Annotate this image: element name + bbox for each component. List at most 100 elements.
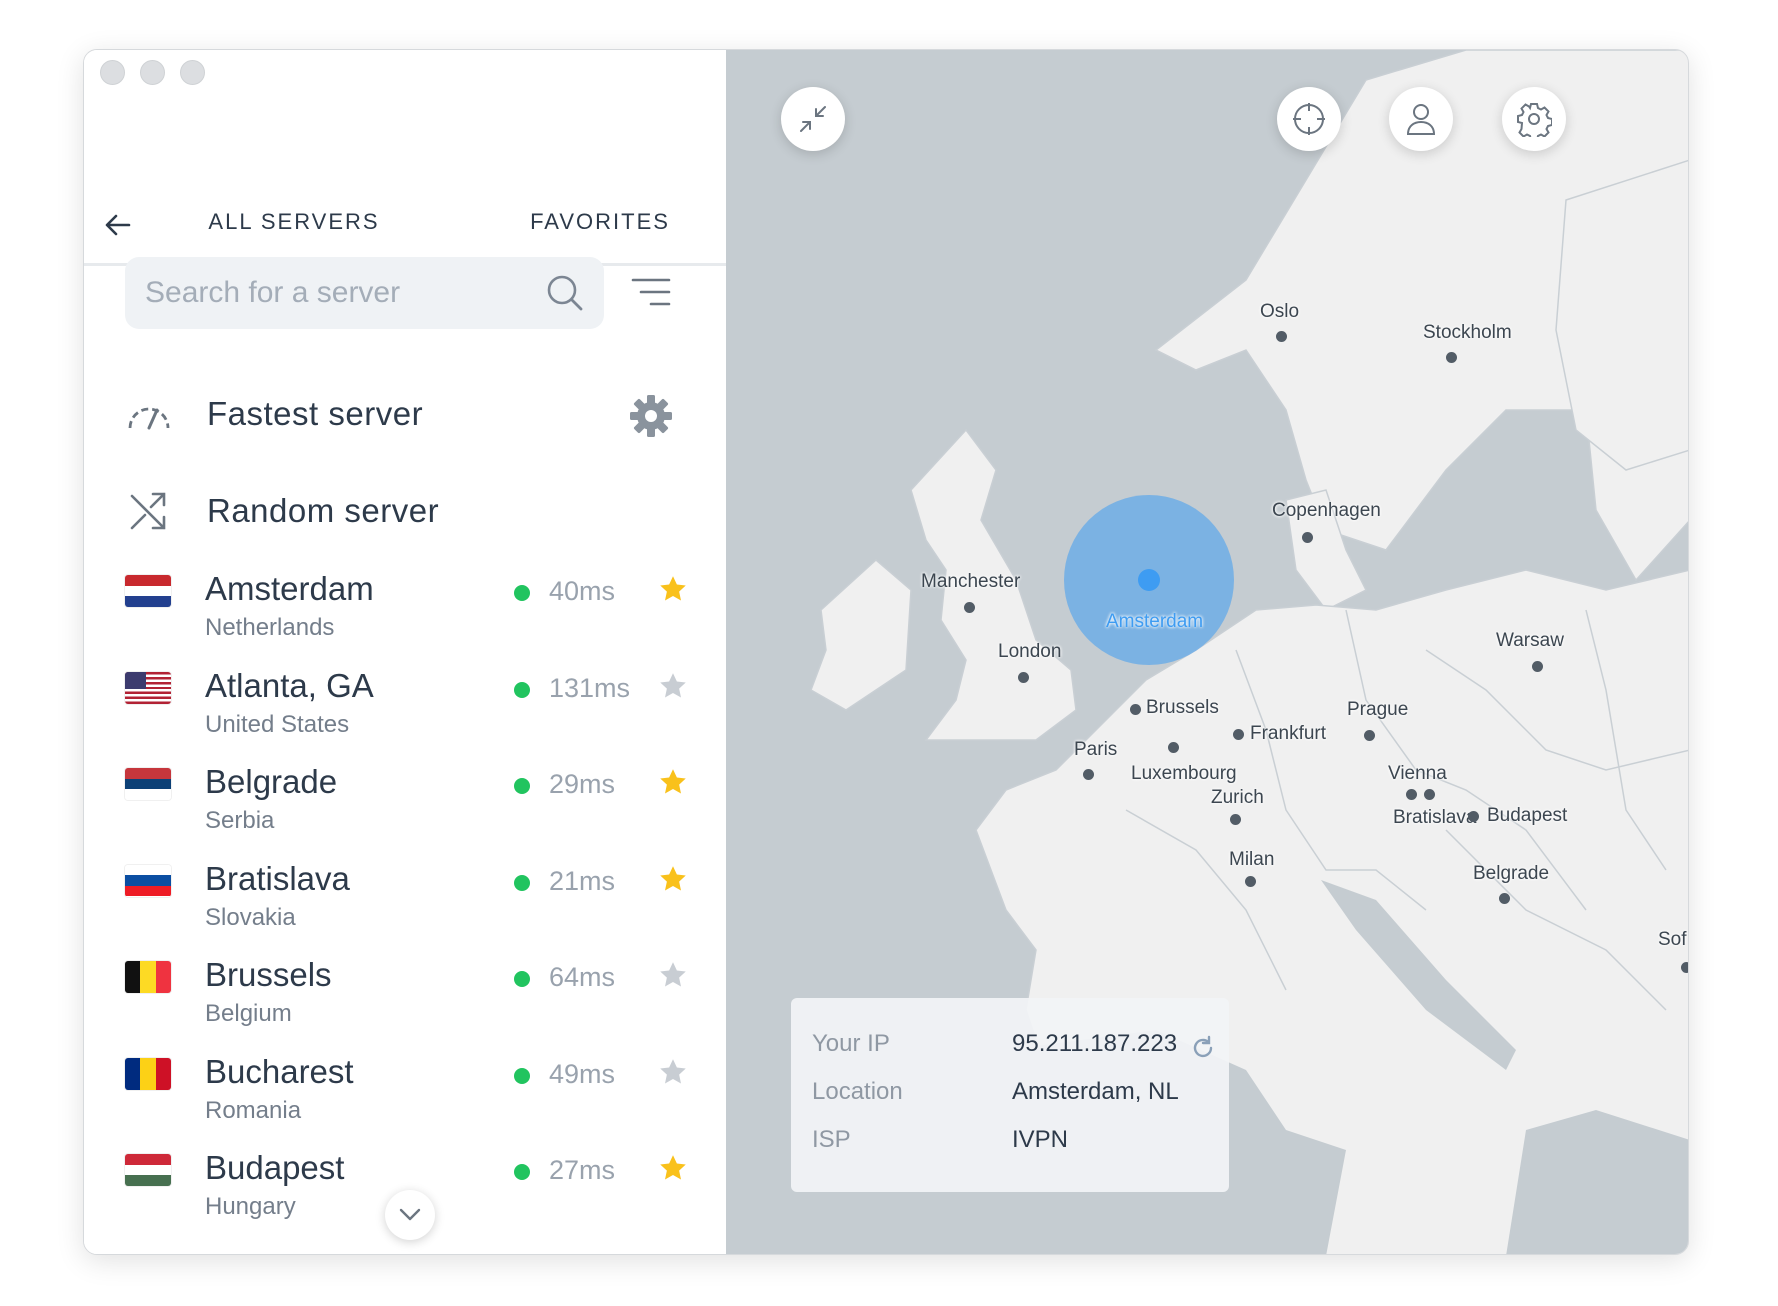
city-label-milan: Milan — [1229, 849, 1275, 870]
scroll-down-button[interactable] — [385, 1190, 435, 1240]
server-city: Belgrade — [205, 763, 338, 800]
city-label-zurich: Zurich — [1211, 787, 1264, 808]
refresh-icon[interactable] — [1190, 1035, 1216, 1061]
tab-all-servers[interactable]: ALL SERVERS — [141, 135, 447, 266]
favorite-star-icon[interactable] — [658, 960, 688, 990]
collapse-arrows-icon — [800, 106, 826, 132]
server-row[interactable]: Atlanta, GA United States 131ms — [84, 661, 726, 758]
online-status-dot — [514, 874, 530, 891]
city-dot-oslo — [1276, 331, 1287, 342]
arrow-left-icon — [105, 214, 131, 236]
window-controls — [100, 60, 205, 85]
crosshair-icon — [1293, 103, 1325, 135]
center-location-button[interactable] — [1277, 87, 1341, 151]
server-country: Romania — [205, 1096, 302, 1124]
compact-view-button[interactable] — [781, 87, 845, 151]
favorite-star-icon[interactable] — [658, 1153, 688, 1183]
random-server-label: Random server — [207, 492, 440, 529]
server-row[interactable]: Bratislava Slovakia 21ms — [84, 854, 726, 951]
location-label: Location — [812, 1078, 903, 1105]
city-dot-luxembourg — [1168, 742, 1179, 753]
settings-button[interactable] — [1502, 87, 1566, 151]
city-label-stockholm: Stockholm — [1423, 322, 1512, 343]
online-status-dot — [514, 971, 530, 987]
filter-icon[interactable] — [630, 272, 672, 312]
city-label-copenhagen: Copenhagen — [1272, 500, 1381, 521]
minimize-window-button[interactable] — [140, 60, 165, 85]
server-country: Netherlands — [205, 614, 335, 641]
flag-rs-icon — [125, 768, 171, 800]
random-server-row[interactable]: Random server — [125, 487, 685, 535]
fastest-server-label: Fastest server — [207, 395, 424, 432]
online-status-dot — [514, 681, 530, 698]
city-dot-belgrade — [1499, 893, 1510, 904]
online-status-dot — [514, 585, 530, 601]
city-dot-sofia — [1681, 962, 1688, 973]
online-status-dot — [514, 778, 530, 794]
server-ping: 64ms — [549, 962, 616, 992]
city-dot-frankfurt — [1233, 729, 1244, 740]
server-city: Atlanta, GA — [205, 666, 374, 704]
city-dot-copenhagen — [1302, 532, 1313, 543]
account-button[interactable] — [1389, 87, 1453, 151]
server-ping: 27ms — [549, 1155, 616, 1185]
favorite-star-icon[interactable] — [658, 767, 688, 797]
server-country: Slovakia — [205, 903, 296, 931]
location-value: Amsterdam, NL — [1012, 1078, 1179, 1105]
favorite-star-icon[interactable] — [658, 1057, 688, 1087]
favorite-star-icon[interactable] — [658, 671, 688, 701]
tab-favorites[interactable]: FAVORITES — [447, 135, 726, 266]
flag-hu-icon — [125, 1154, 171, 1186]
city-label-bratislava: Bratislava — [1393, 807, 1477, 828]
server-ping: 40ms — [549, 576, 616, 606]
city-dot-budapest — [1468, 811, 1479, 822]
map-view[interactable]: Oslo Stockholm Copenhagen Manchester Lon… — [726, 50, 1688, 1254]
city-dot-london — [1018, 672, 1029, 683]
flag-sk-icon — [125, 864, 171, 897]
server-country: Belgium — [205, 1000, 292, 1027]
tabs-bar: ALL SERVERS FAVORITES — [84, 135, 726, 266]
fastest-server-row[interactable]: Fastest server — [125, 390, 685, 438]
server-row[interactable]: Bucharest Romania 49ms — [84, 1047, 726, 1144]
server-city: Bucharest — [205, 1052, 354, 1090]
city-label-warsaw: Warsaw — [1496, 630, 1564, 651]
server-row[interactable]: Belgrade Serbia 29ms — [84, 757, 726, 854]
fastest-server-settings-gear-icon[interactable] — [627, 392, 675, 440]
server-ping: 131ms — [549, 672, 631, 703]
server-country: Hungary — [205, 1193, 296, 1220]
city-label-manchester: Manchester — [921, 571, 1021, 592]
flag-nl-icon — [125, 575, 171, 607]
close-window-button[interactable] — [100, 60, 125, 85]
city-dot-brussels — [1130, 704, 1141, 715]
city-label-vienna: Vienna — [1388, 763, 1447, 784]
maximize-window-button[interactable] — [180, 60, 205, 85]
server-row[interactable]: Amsterdam Netherlands 40ms — [84, 564, 726, 661]
city-label-paris: Paris — [1074, 739, 1118, 760]
server-row[interactable]: Brussels Belgium 64ms — [84, 950, 726, 1047]
app-window: ALL SERVERS FAVORITES Fastest server — [83, 49, 1689, 1255]
flag-be-icon — [125, 961, 171, 993]
city-label-budapest: Budapest — [1487, 805, 1568, 826]
online-status-dot — [514, 1067, 530, 1084]
server-panel: ALL SERVERS FAVORITES Fastest server — [84, 50, 726, 1254]
city-label-amsterdam: Amsterdam — [1106, 611, 1204, 632]
search-input[interactable] — [145, 276, 546, 310]
back-button[interactable] — [98, 205, 138, 245]
server-ping: 49ms — [549, 1058, 616, 1089]
favorite-star-icon[interactable] — [658, 864, 688, 894]
favorite-star-icon[interactable] — [658, 574, 688, 604]
search-box — [125, 257, 604, 329]
server-city: Budapest — [205, 1149, 345, 1186]
server-ping: 21ms — [549, 865, 616, 896]
city-dot-zurich — [1230, 814, 1241, 825]
server-country: Serbia — [205, 807, 275, 834]
city-label-brussels: Brussels — [1146, 697, 1219, 718]
server-list: Amsterdam Netherlands 40ms Atlanta, GA Unite… — [84, 564, 726, 1240]
chevron-down-icon — [399, 1208, 421, 1221]
server-city: Bratislava — [205, 859, 350, 897]
city-dot-manchester — [964, 602, 975, 613]
ip-label: Your IP — [812, 1030, 890, 1057]
ip-value: 95.211.187.223 — [1012, 1030, 1178, 1057]
search-icon[interactable] — [546, 274, 584, 312]
tab-all-servers-label: ALL SERVERS — [208, 208, 380, 234]
